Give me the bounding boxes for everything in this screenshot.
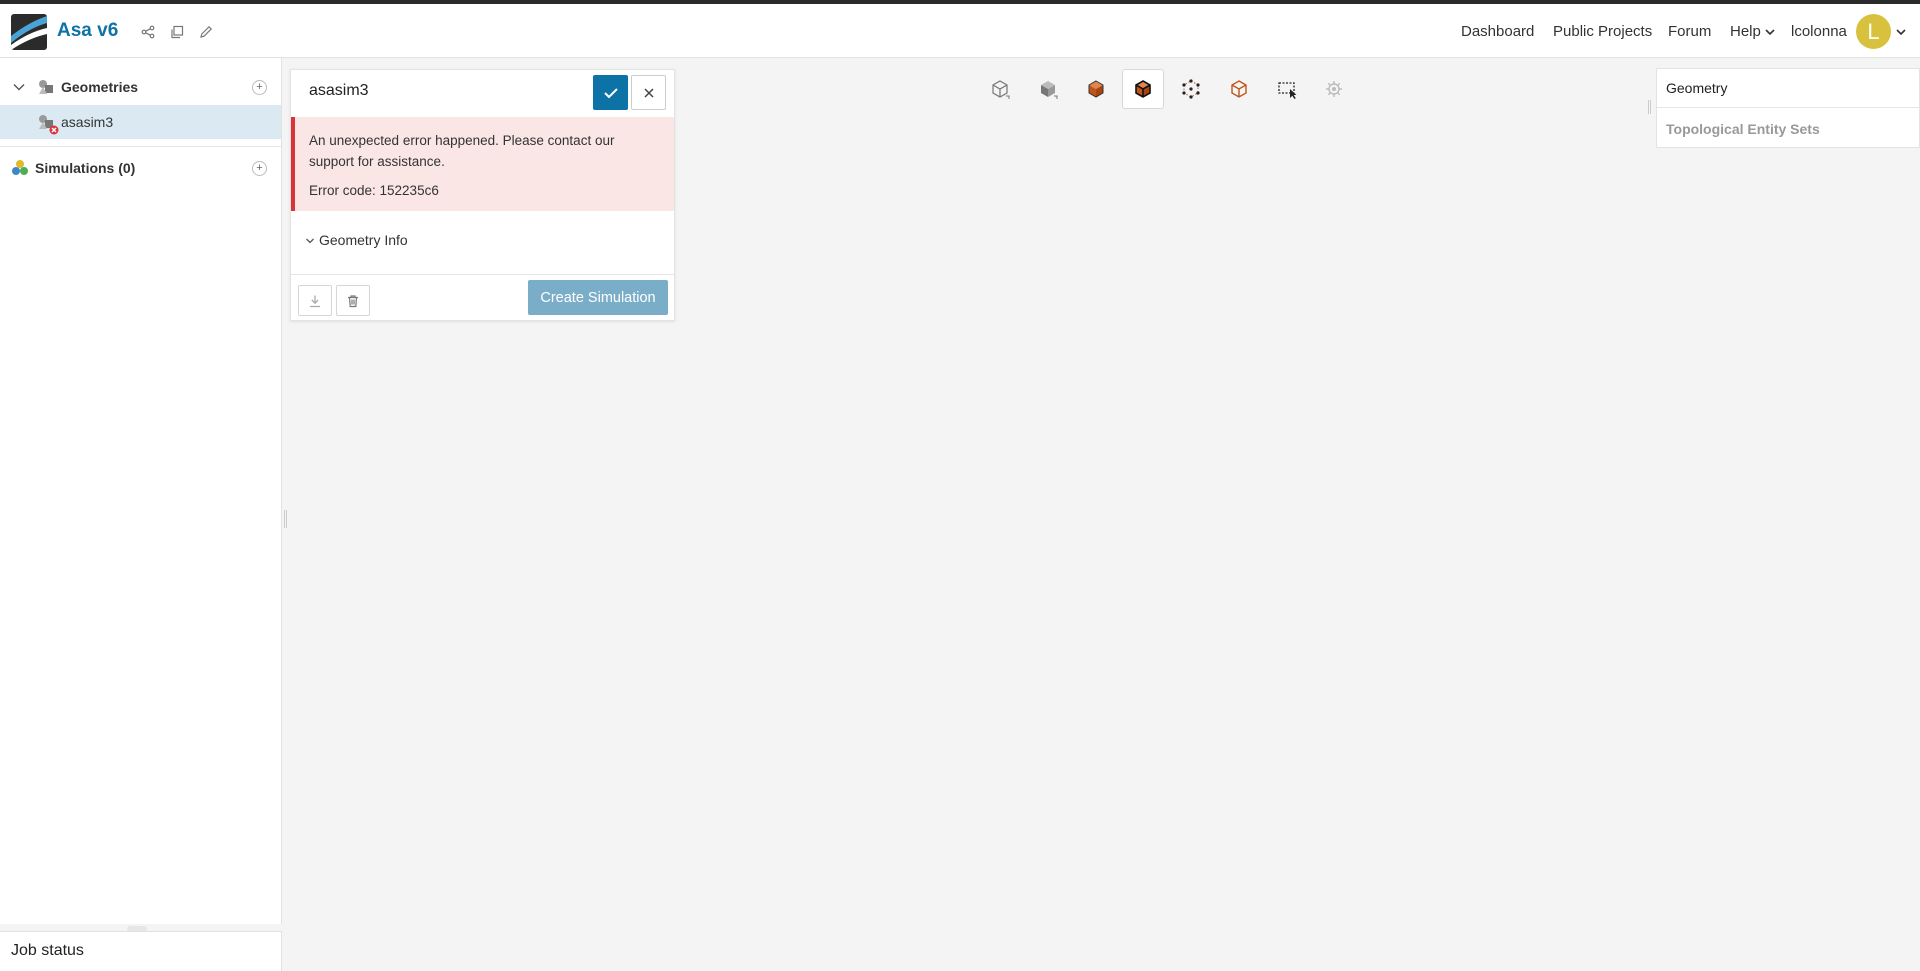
solid-cube-icon[interactable] (1027, 69, 1069, 109)
check-icon (603, 87, 618, 98)
simulations-icon (11, 159, 29, 177)
tree-node-simulations[interactable]: Simulations (0) + (0, 151, 281, 185)
username[interactable]: lcolonna (1791, 23, 1847, 40)
right-panel-resize-handle[interactable] (1648, 100, 1651, 114)
nav-help[interactable]: Help (1730, 23, 1761, 40)
wireframe-cube-icon[interactable] (979, 69, 1021, 109)
add-simulation-button[interactable]: + (252, 161, 267, 176)
simulations-label: Simulations (0) (35, 160, 136, 176)
error-message: An unexpected error happened. Please con… (309, 133, 615, 169)
chevron-down-icon[interactable] (12, 80, 26, 94)
edge-select-icon[interactable] (1122, 69, 1164, 109)
geometry-item-label: asasim3 (61, 114, 114, 130)
create-simulation-button[interactable]: Create Simulation (528, 280, 668, 315)
app-header: Asa v6 Dashboard Public Projects Forum H… (0, 4, 1920, 58)
confirm-button[interactable] (593, 75, 628, 110)
add-geometry-button[interactable]: + (252, 80, 267, 95)
avatar[interactable]: L (1856, 14, 1891, 49)
geometry-dialog: asasim3 An unexpected error happened. Pl… (290, 69, 675, 321)
geometry-info-section[interactable]: Geometry Info (291, 212, 674, 275)
close-icon (643, 87, 654, 98)
panel-item-geometry[interactable]: Geometry (1657, 69, 1920, 108)
download-button[interactable] (298, 285, 332, 316)
dialog-title: asasim3 (309, 82, 369, 99)
right-panel: Geometry Topological Entity Sets (1656, 68, 1920, 148)
face-select-icon[interactable] (1075, 69, 1117, 109)
job-status-panel[interactable]: Job status (0, 931, 282, 971)
share-icon[interactable] (139, 23, 157, 41)
geometries-label: Geometries (61, 79, 139, 95)
geometries-icon (37, 78, 55, 96)
panel-item-topological-entity-sets[interactable]: Topological Entity Sets (1657, 109, 1920, 148)
tree-item-geometry[interactable]: asasim3 (0, 105, 281, 139)
nav-dashboard[interactable]: Dashboard (1461, 23, 1534, 40)
volume-select-icon[interactable] (1218, 69, 1260, 109)
tree-node-geometries[interactable]: Geometries + (0, 70, 281, 104)
nav-forum[interactable]: Forum (1668, 23, 1711, 40)
delete-button[interactable] (336, 285, 370, 316)
chevron-down-icon (306, 238, 314, 244)
close-button[interactable] (631, 75, 666, 110)
settings-icon[interactable] (1313, 69, 1355, 109)
download-icon (310, 295, 320, 307)
error-code: Error code: 152235c6 (309, 183, 439, 198)
edit-icon[interactable] (197, 23, 215, 41)
help-chevron-down-icon[interactable] (1763, 25, 1777, 39)
left-panel-resize-handle[interactable] (284, 510, 287, 528)
nav-public-projects[interactable]: Public Projects (1553, 23, 1652, 40)
copy-icon[interactable] (168, 23, 186, 41)
user-menu-chevron-down-icon[interactable] (1894, 25, 1908, 39)
tree-divider (0, 146, 281, 147)
trash-icon (348, 294, 358, 307)
error-alert: An unexpected error happened. Please con… (291, 117, 674, 211)
box-select-icon[interactable] (1266, 69, 1308, 109)
geometry-info-label: Geometry Info (319, 232, 408, 248)
app-title[interactable]: Asa v6 (57, 20, 118, 42)
job-status-label: Job status (11, 942, 84, 959)
vertex-select-icon[interactable] (1170, 69, 1212, 109)
geometry-error-icon (37, 113, 59, 135)
app-logo[interactable] (11, 14, 47, 50)
project-tree-panel: Geometries + asasim3 Simulations (0) + (0, 58, 282, 924)
